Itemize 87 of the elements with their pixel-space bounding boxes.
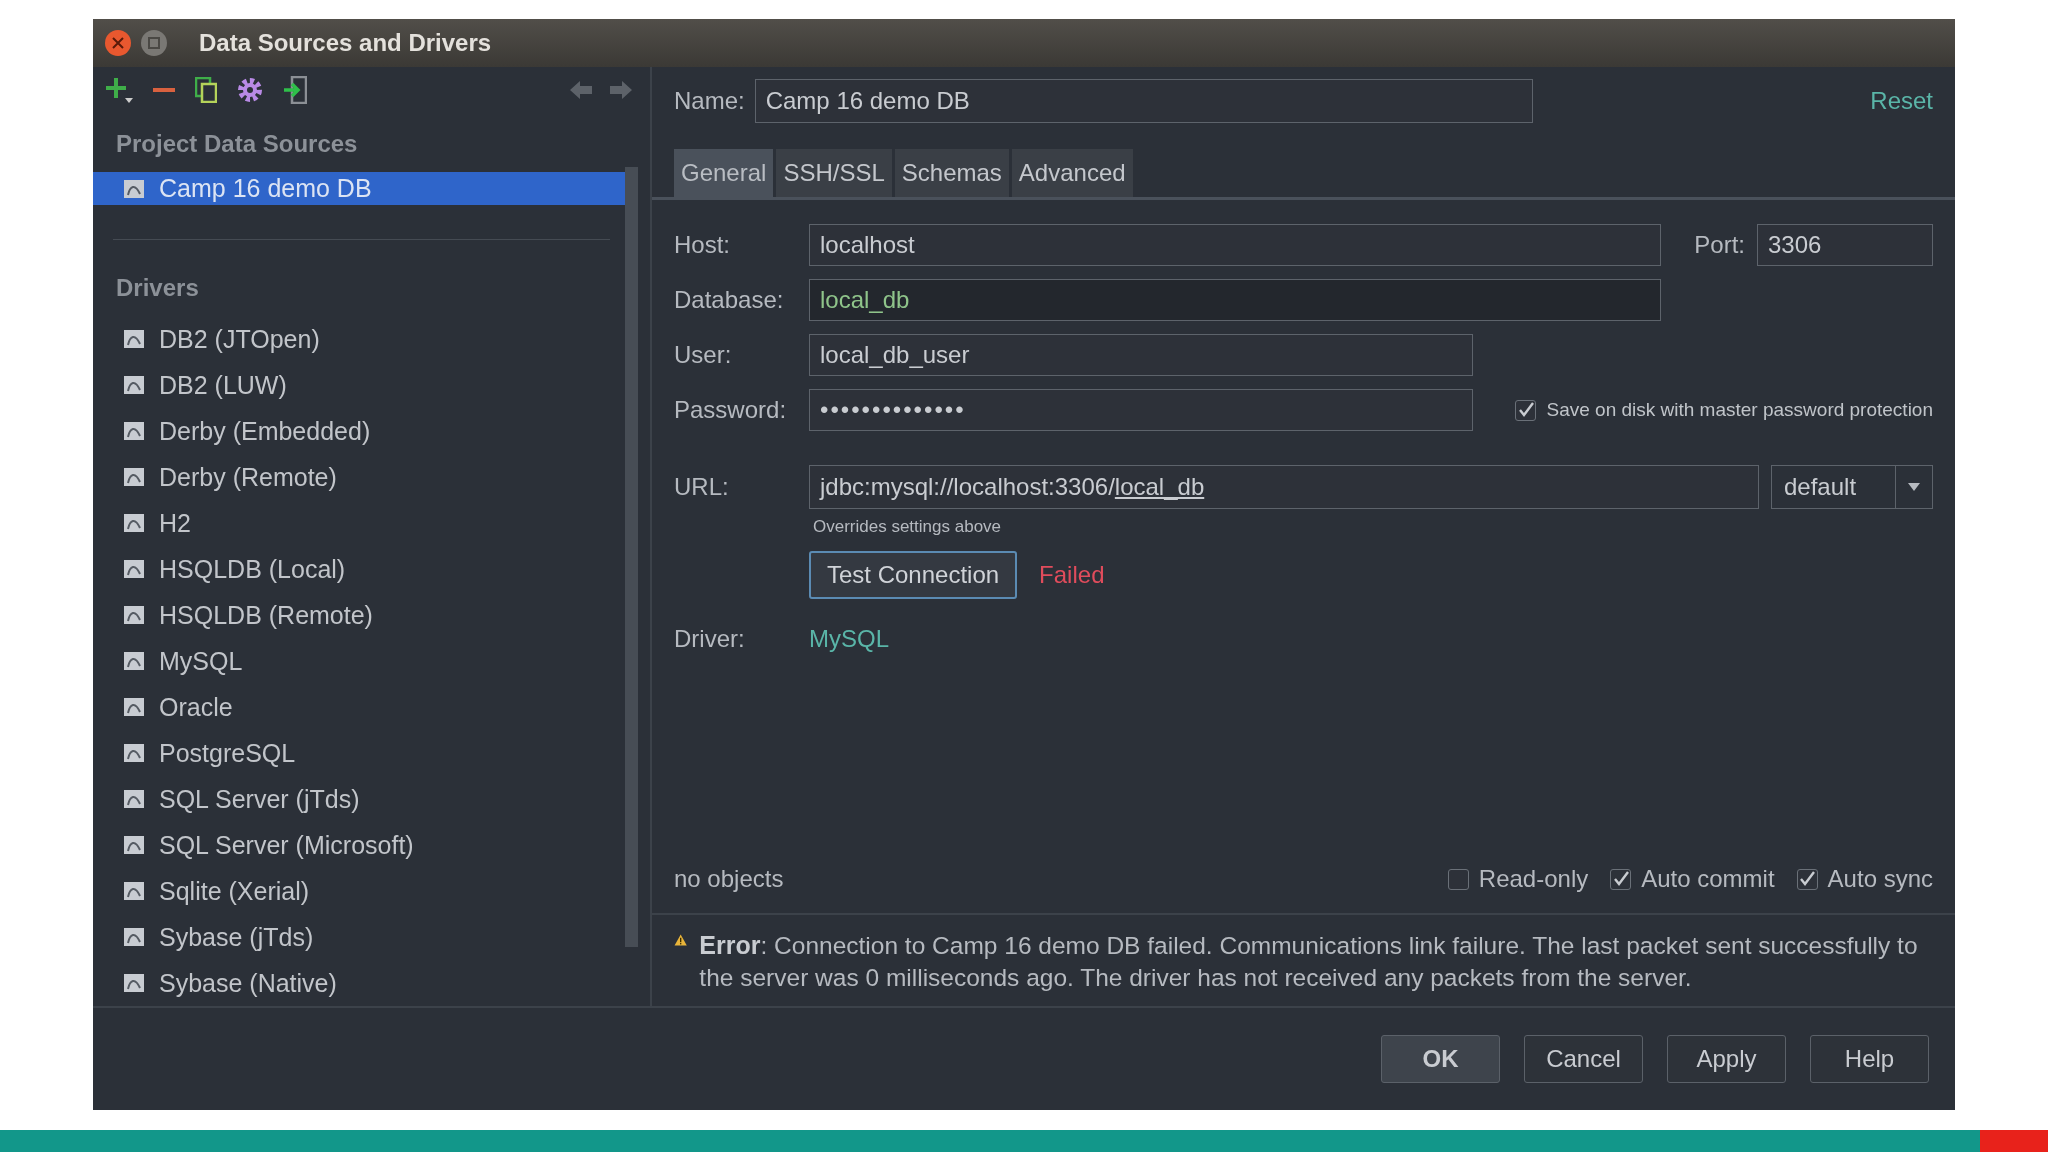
field-label: User:	[674, 341, 733, 369]
tab[interactable]: SSH/SSL	[776, 149, 892, 197]
tab[interactable]: General	[674, 149, 774, 197]
dialog-button[interactable]: Cancel	[1524, 1035, 1643, 1083]
field-label: Database:	[674, 286, 785, 314]
close-icon	[112, 37, 124, 49]
driver-item[interactable]: MySQL	[93, 638, 650, 684]
name-field[interactable]: Camp 16 demo DB	[754, 79, 1533, 123]
database-icon	[123, 742, 145, 764]
driver-item[interactable]: PostgreSQL	[93, 730, 650, 776]
driver-item[interactable]: Sqlite (Xerial)	[93, 868, 650, 914]
dialog-button[interactable]: Apply	[1667, 1035, 1786, 1083]
driver-item[interactable]: DB2 (LUW)	[93, 362, 650, 408]
driver-item[interactable]: Sybase (Native)	[93, 960, 650, 1006]
close-button[interactable]	[105, 30, 131, 56]
url-mode-dropdown[interactable]: default	[1771, 465, 1933, 509]
import-icon[interactable]	[283, 75, 307, 104]
user-field[interactable]: local_db_user	[809, 334, 1473, 376]
database-icon	[123, 696, 145, 718]
field-label: Host:	[674, 231, 731, 259]
checkbox-label: Read-only	[1478, 865, 1589, 894]
dialog-button[interactable]: OK	[1381, 1035, 1500, 1083]
driver-link[interactable]: MySQL	[809, 625, 889, 652]
driver-item[interactable]: DB2 (JTOpen)	[93, 316, 650, 362]
remove-icon[interactable]	[153, 86, 175, 93]
database-icon	[123, 650, 145, 672]
status-text: no objects	[674, 865, 784, 894]
status-text: Failed	[1039, 561, 1105, 589]
checkbox[interactable]	[1515, 399, 1537, 421]
driver-item[interactable]: HSQLDB (Local)	[93, 546, 650, 592]
field-label: Port:	[1694, 231, 1745, 259]
driver-item[interactable]: SQL Server (jTds)	[93, 776, 650, 822]
driver-item[interactable]: Derby (Embedded)	[93, 408, 650, 454]
database-icon	[123, 604, 145, 626]
database-icon	[123, 177, 145, 200]
maximize-icon	[148, 37, 160, 49]
field-label: Driver:	[674, 625, 746, 653]
footer-block	[1980, 1130, 2048, 1152]
database-icon	[123, 328, 145, 350]
checkbox-label: Auto commit	[1641, 865, 1775, 894]
test-connection-button[interactable]: Test Connection	[809, 551, 1018, 599]
checkbox[interactable]	[1447, 868, 1469, 890]
window-title: Data Sources and Drivers	[199, 29, 492, 57]
driver-item[interactable]: SQL Server (Microsoft)	[93, 822, 650, 868]
database-icon	[123, 880, 145, 902]
url-link[interactable]: local_db	[1114, 473, 1205, 501]
database-icon	[123, 512, 145, 534]
checkbox-label: Save on disk with master password protection	[1546, 399, 1933, 421]
field-label: URL:	[674, 473, 730, 501]
driver-item[interactable]: Sybase (jTds)	[93, 914, 650, 960]
data-source-item[interactable]: Camp 16 demo DB	[93, 172, 625, 206]
checkbox[interactable]	[1796, 868, 1818, 890]
caret-icon	[1908, 483, 1920, 491]
driver-item[interactable]: HSQLDB (Remote)	[93, 592, 650, 638]
driver-item[interactable]: H2	[93, 500, 650, 546]
database-icon	[123, 926, 145, 948]
dialog-button[interactable]: Help	[1810, 1035, 1929, 1083]
checkbox[interactable]	[1610, 868, 1632, 890]
field-label: Name:	[674, 87, 745, 115]
database-icon	[123, 420, 145, 442]
password-field[interactable]: ••••••••••••••	[809, 389, 1473, 431]
settings-icon[interactable]	[237, 76, 263, 103]
database-icon	[123, 558, 145, 580]
host-field[interactable]: localhost	[809, 224, 1661, 266]
port-field[interactable]: 3306	[1757, 224, 1933, 266]
reset-link[interactable]: Reset	[1870, 87, 1933, 115]
database-field[interactable]: local_db	[809, 279, 1661, 321]
checkbox-label: Auto sync	[1827, 865, 1933, 894]
section-heading: Project Data Sources	[115, 129, 359, 159]
driver-item[interactable]: Derby (Remote)	[93, 454, 650, 500]
database-icon	[123, 466, 145, 488]
scrollbar[interactable]	[625, 167, 638, 947]
section-heading: Drivers	[115, 273, 200, 303]
database-icon	[123, 972, 145, 994]
error-message: Error: Connection to Camp 16 demo DB failed. Communications link failure. The last packet sent successfully to the server was 0 milliseconds ago. The driver has not received any packets from the server.	[699, 930, 1919, 994]
maximize-button[interactable]	[141, 30, 167, 56]
copy-icon[interactable]	[195, 76, 217, 103]
add-icon[interactable]	[105, 75, 133, 104]
hint-text: Overrides settings above	[813, 517, 1003, 537]
url-field[interactable]: jdbc:mysql://localhost:3306/local_db	[809, 465, 1759, 509]
database-icon	[123, 788, 145, 810]
database-icon	[123, 374, 145, 396]
tab[interactable]: Advanced	[1011, 149, 1133, 197]
database-icon	[123, 834, 145, 856]
driver-item[interactable]: Oracle	[93, 684, 650, 730]
field-label: Password:	[674, 396, 788, 424]
tab[interactable]: Schemas	[894, 149, 1009, 197]
